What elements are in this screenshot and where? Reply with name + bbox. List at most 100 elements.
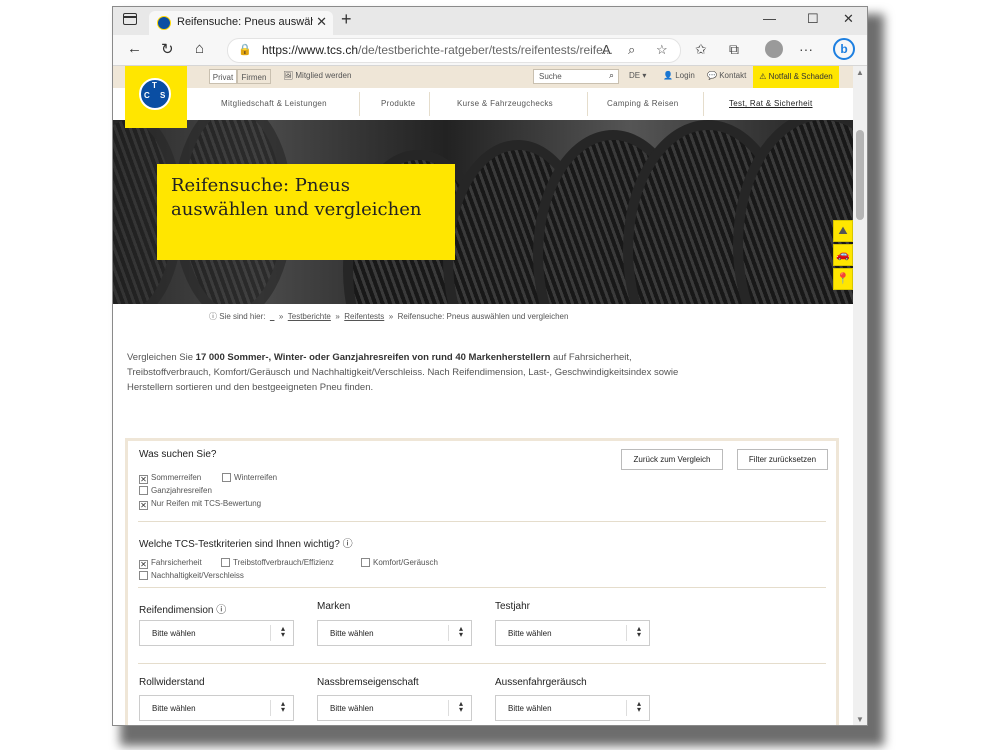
label-dimension: Reifendimension ⓘ [139,605,227,616]
checkbox-comfort[interactable]: Komfort/Geräusch [361,558,438,567]
tab-actions-icon[interactable] [123,13,137,25]
read-aloud-icon[interactable]: A [602,42,611,57]
member-link[interactable]: 🖼 Mitglied werden [283,71,351,80]
tcs-logo[interactable]: T C S [125,66,187,128]
reset-filter-button[interactable]: Filter zurücksetzen [737,449,828,470]
private-toggle[interactable]: Privat [209,69,237,84]
breadcrumb-item[interactable]: Reifentests [344,312,384,321]
nav-membership[interactable]: Mitgliedschaft & Leistungen [221,99,327,108]
label-wet-braking: Nassbremseigenschaft [317,677,419,688]
divider [138,521,826,522]
lock-icon[interactable]: 🔒 [238,43,252,56]
checkbox-icon [361,558,370,567]
select-arrows-icon: ▴ ▾ [458,699,463,714]
checkbox-safety[interactable]: ✕ Fahrsicherheit [139,558,202,569]
select-test-year[interactable]: Bitte wählen ▴ ▾ [495,620,650,646]
breadcrumb-home[interactable]: _ [270,312,274,321]
warning-icon: ⚠ [759,72,767,81]
route-planner-icon[interactable]: ⛰ [833,220,853,242]
bing-icon[interactable]: b [833,38,855,60]
nav-courses[interactable]: Kurse & Fahrzeugchecks [457,99,553,108]
label-test-year: Testjahr [495,601,531,612]
label-rolling-resistance: Rollwiderstand [139,677,205,688]
search-placeholder: Suche [539,72,562,81]
nav-divider [587,92,588,116]
checkbox-icon [139,486,148,495]
logo-letter-c: C [144,91,150,100]
favorites-icon[interactable]: ✩ [695,41,707,58]
breadcrumb-item[interactable]: Testberichte [288,312,331,321]
favorite-icon[interactable]: ☆ [656,42,668,58]
divider [138,587,826,588]
tab-strip: Reifensuche: Pneus auswählen u ✕ + — ☐ ✕ [113,7,867,35]
checkbox-tcs-rated[interactable]: ✕ Nur Reifen mit TCS-Bewertung [139,499,261,510]
select-exterior-noise[interactable]: Bitte wählen ▴ ▾ [495,695,650,721]
navigation-bar: ← ↻ ⌂ 🔒 https://www.tcs.ch/de/testberich… [113,35,867,66]
checkbox-icon [222,473,231,482]
utility-bar: Privat Firmen 🖼 Mitglied werden Suche ⌕ … [113,66,853,88]
profile-avatar[interactable] [765,40,783,58]
breadcrumb-separator: » [278,312,284,321]
search-input[interactable]: Suche ⌕ [533,69,619,84]
select-wet-braking[interactable]: Bitte wählen ▴ ▾ [317,695,472,721]
home-icon[interactable]: ⌂ [195,40,204,57]
search-icon[interactable]: ⌕ [609,70,614,81]
location-pin-icon[interactable]: 📍 [833,268,853,290]
scroll-up-icon[interactable]: ▲ [856,68,864,77]
close-tab-icon[interactable]: ✕ [316,14,327,30]
checkbox-summer[interactable]: ✕ Sommerreifen [139,473,201,484]
select-brands[interactable]: Bitte wählen ▴ ▾ [317,620,472,646]
login-link[interactable]: 👤 Login [663,71,695,80]
collections-icon[interactable]: ⧉ [729,41,739,58]
car-icon[interactable]: 🚗 [833,244,853,266]
select-rolling-resistance[interactable]: Bitte wählen ▴ ▾ [139,695,294,721]
checkbox-sustainability[interactable]: Nachhaltigkeit/Verschleiss [139,571,244,580]
browser-window: Reifensuche: Pneus auswählen u ✕ + — ☐ ✕… [112,6,868,726]
tcs-favicon-icon [157,16,171,30]
checkbox-winter[interactable]: Winterreifen [222,473,277,482]
info-icon[interactable]: ⓘ [216,605,226,616]
checkbox-icon: ✕ [139,560,148,569]
select-arrows-icon: ▴ ▾ [636,699,641,714]
minimize-icon[interactable]: — [763,11,776,26]
checkbox-allseason[interactable]: Ganzjahresreifen [139,486,212,495]
more-icon[interactable]: ··· [799,41,813,57]
select-arrows-icon: ▴ ▾ [458,624,463,639]
business-toggle[interactable]: Firmen [237,69,271,84]
select-dimension[interactable]: Bitte wählen ▴ ▾ [139,620,294,646]
logo-letter-s: S [160,91,166,100]
tire-filter-panel: Was suchen Sie? Zurück zum Vergleich Fil… [125,438,839,725]
nav-test-advice[interactable]: Test, Rat & Sicherheit [729,99,813,108]
breadcrumb-separator: » [388,312,394,321]
select-arrows-icon: ▴ ▾ [280,624,285,639]
vertical-scrollbar[interactable]: ▲ ▼ [853,66,867,725]
maximize-icon[interactable]: ☐ [807,11,819,27]
nav-products[interactable]: Produkte [381,99,415,108]
browser-tab[interactable]: Reifensuche: Pneus auswählen u ✕ [149,11,333,35]
close-window-icon[interactable]: ✕ [843,11,854,27]
breadcrumb-current: Reifensuche: Pneus auswählen und verglei… [397,312,569,321]
nav-divider [429,92,430,116]
zoom-icon[interactable]: ⌕ [628,42,635,58]
checkbox-fuel[interactable]: Treibstoffverbrauch/Effizienz [221,558,334,567]
info-icon[interactable]: ⓘ [343,539,353,550]
chat-icon: 💬 [707,71,717,80]
contact-link[interactable]: 💬 Kontakt [707,71,746,80]
label-brands: Marken [317,601,351,612]
select-arrows-icon: ▴ ▾ [636,624,641,639]
back-to-compare-button[interactable]: Zurück zum Vergleich [621,449,723,470]
address-bar[interactable]: 🔒 https://www.tcs.ch/de/testberichte-rat… [227,38,681,63]
emergency-link[interactable]: ⚠ Notfall & Schaden [753,66,839,88]
language-select[interactable]: DE ▾ [629,71,646,80]
back-icon[interactable]: ← [127,40,142,57]
scroll-down-icon[interactable]: ▼ [856,715,864,724]
refresh-icon[interactable]: ↻ [161,40,174,58]
new-tab-icon[interactable]: + [341,9,352,30]
checkbox-icon [139,571,148,580]
checkbox-icon [221,558,230,567]
select-arrows-icon: ▴ ▾ [280,699,285,714]
scrollbar-thumb[interactable] [856,130,864,220]
divider [138,663,826,664]
breadcrumb-separator: » [335,312,340,321]
nav-camping[interactable]: Camping & Reisen [607,99,679,108]
